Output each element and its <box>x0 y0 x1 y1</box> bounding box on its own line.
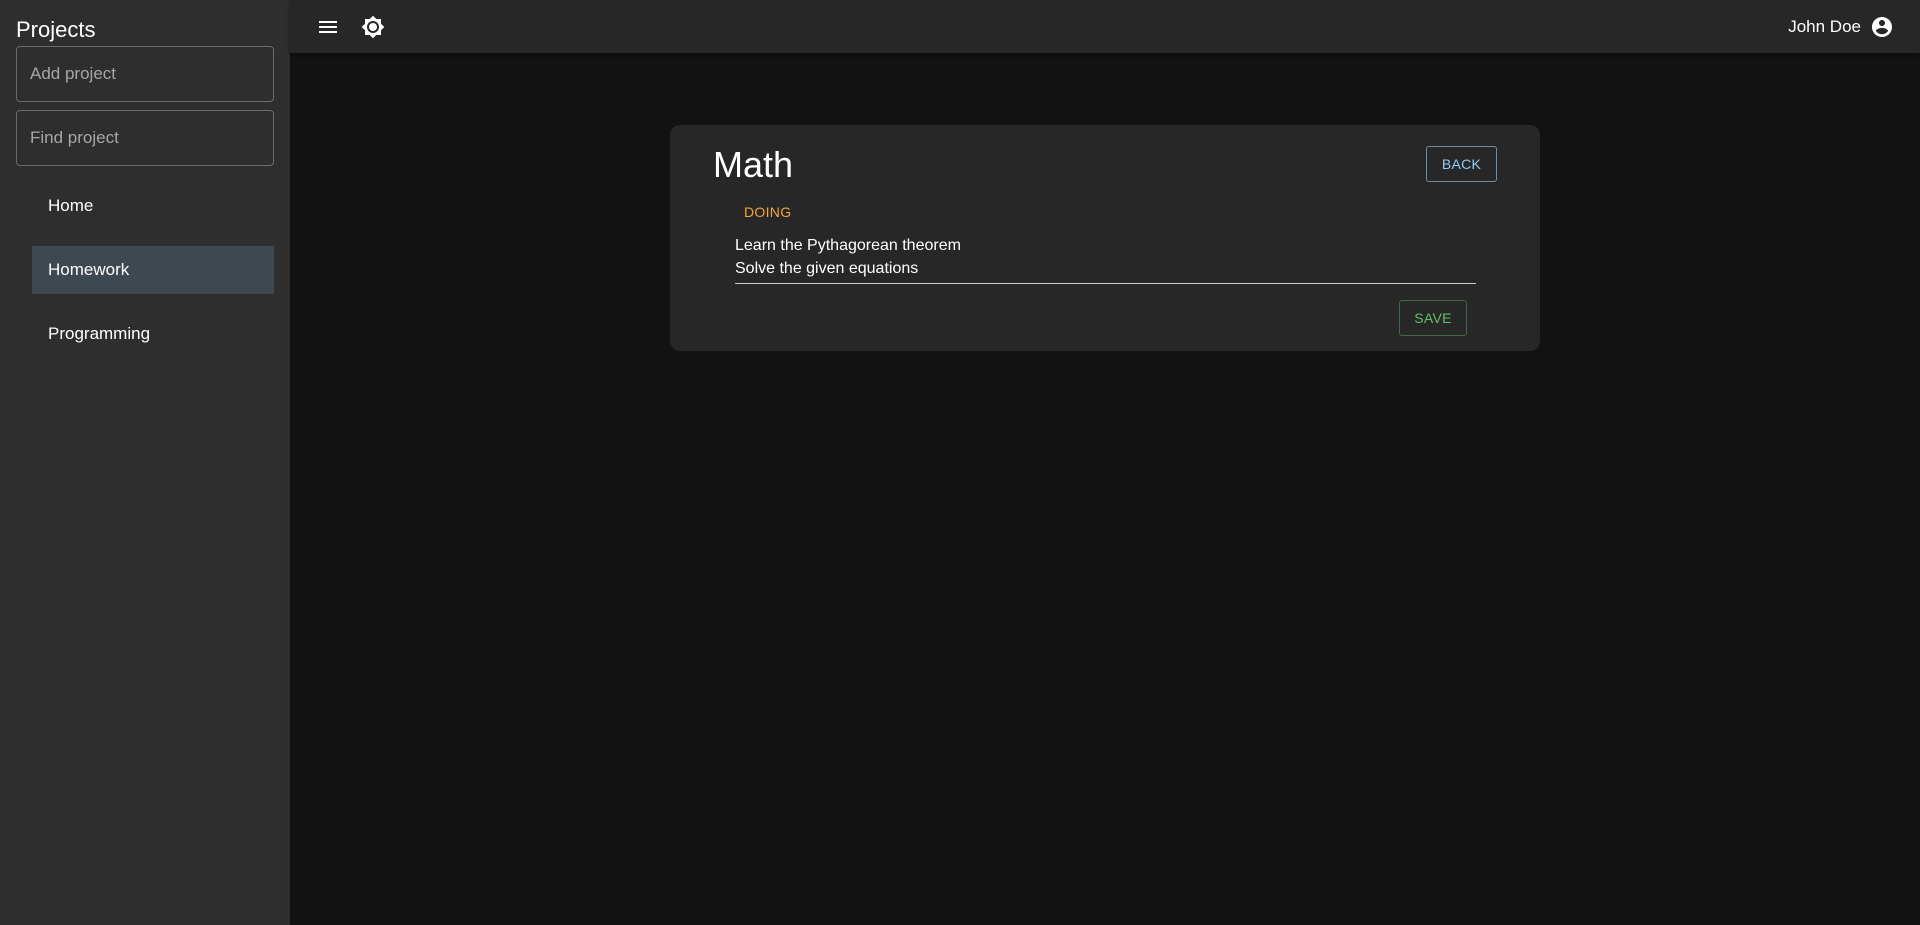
sidebar-item-label: Home <box>48 196 94 215</box>
save-button[interactable]: SAVE <box>1399 300 1467 336</box>
sidebar-item-programming[interactable]: Programming <box>32 310 274 358</box>
theme-toggle-button[interactable] <box>357 11 389 43</box>
sidebar-item-label: Programming <box>48 324 151 343</box>
user-name: John Doe <box>1788 17 1861 36</box>
back-button[interactable]: BACK <box>1426 146 1497 182</box>
project-card: Math BACK DOING Learn the Pythagorean th… <box>670 125 1540 351</box>
project-title: Math <box>713 144 794 185</box>
sidebar-item-label: Homework <box>48 260 130 279</box>
sidebar-item-homework[interactable]: Homework <box>32 246 274 294</box>
user-menu[interactable]: John Doe <box>1788 13 1894 41</box>
task-line: Learn the Pythagorean theorem <box>735 237 961 254</box>
find-project-input[interactable] <box>16 110 274 166</box>
menu-icon <box>319 21 337 33</box>
account-circle-icon <box>1872 17 1892 37</box>
project-list: Home Homework Programming <box>32 182 274 374</box>
sidebar: Projects Home Homework Programming <box>0 0 290 925</box>
add-project-input[interactable] <box>16 46 274 102</box>
sidebar-item-home[interactable]: Home <box>32 182 274 230</box>
task-textarea[interactable]: Learn the Pythagorean theorem Solve the … <box>735 234 1476 284</box>
status-badge[interactable]: DOING <box>744 204 791 220</box>
top-bar: John Doe <box>290 0 1920 53</box>
task-line: Solve the given equations <box>735 260 919 277</box>
menu-button[interactable] <box>312 11 344 43</box>
sidebar-title: Projects <box>16 17 96 42</box>
brightness-icon <box>361 15 385 39</box>
